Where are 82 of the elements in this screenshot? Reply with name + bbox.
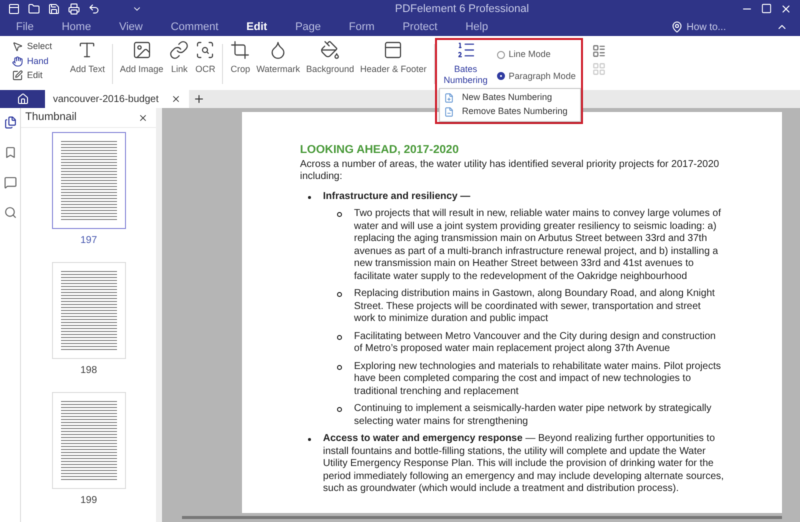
ribbon-tool[interactable]: Watermark: [253, 40, 304, 75]
select-tool-icon: [12, 41, 23, 52]
ribbon-tool[interactable]: OCR: [192, 40, 218, 75]
bates-icon: [456, 40, 476, 60]
sub-bullet-text: Exploring new technologies and materials to rehabilitate water mains. Pilot projects have been completed comparing the cost and impact of new technologies to traditional trenching and replacement: [354, 360, 722, 398]
undo-icon[interactable]: [88, 3, 100, 15]
menu-tab[interactable]: Home: [62, 18, 92, 36]
new-tab-icon[interactable]: [192, 93, 205, 105]
ribbon-tool[interactable]: Header & Footer: [357, 40, 430, 75]
mode-button[interactable]: Hand: [12, 54, 67, 68]
panel-title: Thumbnail: [25, 110, 77, 126]
ribbon-tool[interactable]: Background: [303, 40, 358, 75]
edit-tool-icon: [12, 70, 23, 82]
bullet-icon: [308, 196, 312, 198]
sub-bullet-icon: [337, 334, 342, 340]
thumbnails-icon[interactable]: [4, 116, 17, 129]
align-icon[interactable]: [592, 44, 606, 58]
link-icon: [169, 40, 190, 60]
horizontal-scrollbar[interactable]: [182, 516, 782, 519]
ribbon-tool[interactable]: Link: [166, 40, 192, 75]
background-icon: [320, 40, 340, 60]
ribbon-tool[interactable]: Crop: [227, 40, 254, 75]
image-icon: [132, 40, 152, 60]
open-icon[interactable]: [28, 3, 40, 15]
save-icon[interactable]: [48, 3, 60, 15]
close-tab-icon[interactable]: [170, 94, 181, 104]
bullet-icon: [308, 438, 312, 441]
page-number: 199: [80, 494, 98, 508]
section-heading: LOOKING AHEAD, 2017-2020: [300, 144, 460, 156]
menu-tab[interactable]: Protect: [402, 18, 438, 36]
sub-bullet-text: Facilitating between Metro Vancouver and the City during design and construction of Metro’s proposed water main replacement project along 37th Avenue: [354, 330, 717, 356]
comment-icon[interactable]: [4, 176, 17, 189]
sub-bullet-text: Continuing to implement a seismically-harden water pipe network by strategically selecting water mains for strengthening: [354, 403, 712, 428]
dropdown-item[interactable]: New Bates Numbering: [440, 91, 556, 105]
sub-bullet-icon: [337, 212, 342, 217]
sub-bullet-text: Two projects that will result in new, reliable water mains to convey large volumes of water and will use a joint system providing greater resiliency to seismic loading: a) replacing the aging transmission main on Arbutus Street between 33rd and 37th avenues as part of a multi-branch infrastructure renewal project, and b) installing a new transmission main on Heather Street between 33rd and 41st avenues to facilitate water supply to the redevelopment of the Oakridge neighbourhood: [354, 208, 722, 283]
crop-icon: [230, 40, 250, 60]
header-icon: [383, 40, 404, 60]
how-to-link[interactable]: How to...: [686, 20, 726, 34]
menu-tab[interactable]: File: [16, 18, 34, 36]
menu-tab[interactable]: View: [119, 18, 143, 36]
help-pin-icon: [670, 21, 683, 33]
document-icon: [444, 93, 454, 103]
bookmark-icon[interactable]: [4, 146, 17, 159]
page-thumbnail[interactable]: [52, 132, 126, 229]
document-icon: [444, 107, 454, 117]
bullet-text: Infrastructure and resiliency —: [323, 190, 472, 203]
close-panel-icon[interactable]: [138, 112, 148, 122]
menu-tab[interactable]: Form: [348, 18, 375, 36]
sub-bullet-text: Replacing distribution mains in Gastown, along Boundary Road, and along Knight Street. These projects will be coordinated with sewer, transportation and street work to minimize duration and public impact: [354, 288, 716, 326]
maximize-icon[interactable]: [761, 3, 772, 14]
ribbon-tool[interactable]: Bates Numbering: [438, 40, 493, 86]
distribute-icon: [592, 62, 606, 76]
print-icon[interactable]: [68, 3, 80, 15]
home-tab[interactable]: [0, 90, 45, 108]
bullet-text: Access to water and emergency response — Beyond realizing further opportunities to install fountains and bottle-filling stations, the utility will complete and update the Water Utility Emergency Response Plan. This will include the provision of drinking water for the period immediately following an emergency and may include developing alternate sources, such as groundwater (which would include a treatment and distribution process).: [323, 433, 724, 496]
text-icon: [77, 40, 98, 60]
menu-tab[interactable]: Help: [465, 18, 488, 36]
sub-bullet-icon: [337, 364, 342, 370]
mode-button[interactable]: Edit: [12, 69, 67, 82]
paragraph: Across a number of areas, the water utility has identified several priority projects for 2017-2020 including:: [300, 158, 720, 184]
menu-tab[interactable]: Edit: [246, 18, 268, 36]
sub-bullet-icon: [337, 407, 342, 412]
dropdown-item[interactable]: Remove Bates Numbering: [440, 105, 572, 119]
search-icon[interactable]: [4, 206, 17, 219]
text-mode-radio[interactable]: Paragraph Mode: [496, 70, 576, 83]
text-mode-radio[interactable]: Line Mode: [496, 48, 576, 62]
window-title: PDFelement 6 Professional: [395, 2, 529, 17]
hand-tool-icon: [12, 56, 23, 67]
menu-tab[interactable]: Page: [295, 18, 321, 36]
ocr-icon: [195, 40, 216, 60]
menu-tab[interactable]: Comment: [170, 18, 218, 36]
sub-bullet-icon: [337, 292, 342, 297]
app-logo-icon: [8, 3, 20, 15]
mode-button[interactable]: Select: [12, 40, 67, 54]
ribbon-tool[interactable]: Add Text: [67, 40, 108, 75]
ribbon-tool[interactable]: Add Image: [116, 40, 166, 75]
page-number: 198: [80, 364, 98, 378]
document-tab[interactable]: vancouver-2016-budget: [45, 90, 189, 108]
page-number: 197: [80, 234, 98, 248]
close-icon[interactable]: [780, 3, 792, 15]
home-icon: [16, 93, 28, 105]
